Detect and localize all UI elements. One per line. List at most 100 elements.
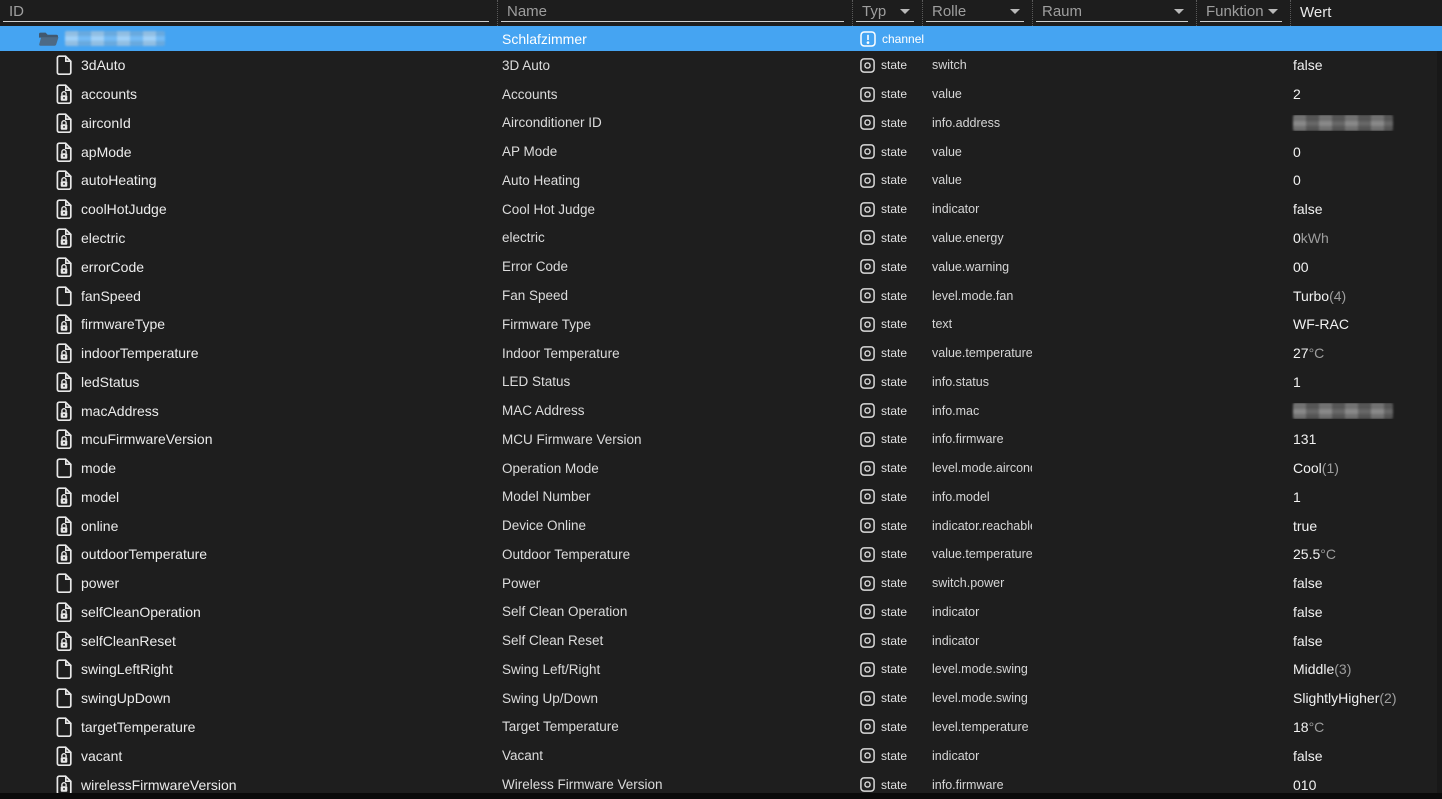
object-value[interactable]: 0 [1290, 172, 1442, 188]
table-row[interactable]: swingUpDown Swing Up/Down state level.mo… [0, 684, 1442, 713]
object-value[interactable]: true [1290, 518, 1442, 534]
document-locked-icon [56, 429, 72, 450]
object-type: state [881, 777, 908, 792]
table-row[interactable]: targetTemperature Target Temperature sta… [0, 713, 1442, 742]
document-locked-icon [55, 544, 73, 565]
object-name: Vacant [502, 748, 544, 764]
table-row[interactable]: airconId Airconditioner ID state info.ad… [0, 109, 1442, 138]
table-row[interactable]: selfCleanOperation Self Clean Operation … [0, 598, 1442, 627]
object-value[interactable] [1290, 402, 1442, 419]
object-value[interactable]: 1 [1290, 374, 1442, 390]
table-row[interactable]: ledStatus LED Status state info.status 1 [0, 367, 1442, 396]
object-value[interactable]: false [1290, 633, 1442, 649]
channel-type-label: channel [882, 31, 925, 46]
chevron-down-icon[interactable] [1174, 9, 1184, 14]
object-value[interactable]: 0 [1290, 144, 1442, 160]
object-value[interactable] [1290, 114, 1442, 131]
object-role: level.mode.swing [932, 691, 1028, 706]
object-name: Indoor Temperature [502, 345, 620, 361]
object-value[interactable]: 1 [1290, 489, 1442, 505]
table-row[interactable]: mode Operation Mode state level.mode.air… [0, 454, 1442, 483]
table-row[interactable]: power Power state switch.power false [0, 569, 1442, 598]
table-row[interactable]: indoorTemperature Indoor Temperature sta… [0, 339, 1442, 368]
redacted-value [1293, 114, 1393, 131]
table-row[interactable]: outdoorTemperature Outdoor Temperature s… [0, 540, 1442, 569]
object-value[interactable]: 2 [1290, 86, 1442, 102]
table-row[interactable]: errorCode Error Code state value.warning… [0, 252, 1442, 281]
column-header-raum[interactable]: Raum [1032, 0, 1196, 26]
object-value[interactable]: WF-RAC [1290, 316, 1442, 332]
chevron-down-icon[interactable] [1010, 9, 1020, 14]
object-value[interactable]: SlightlyHigher (2) [1290, 690, 1442, 706]
object-role: value.warning [932, 259, 1010, 274]
object-value[interactable]: false [1290, 57, 1442, 73]
object-role: indicator [932, 202, 980, 217]
object-value[interactable]: false [1290, 604, 1442, 620]
object-value[interactable]: Middle (3) [1290, 661, 1442, 677]
object-id: wirelessFirmwareVersion [81, 776, 237, 793]
object-value[interactable]: false [1290, 201, 1442, 217]
object-id: fanSpeed [81, 287, 141, 304]
document-locked-icon [55, 228, 73, 248]
object-id: coolHotJudge [81, 201, 167, 218]
object-value[interactable]: Turbo (4) [1290, 288, 1442, 304]
document-locked-icon [56, 257, 72, 277]
object-name: Device Online [502, 518, 587, 534]
document-icon [56, 55, 72, 76]
column-header-id[interactable]: ID [0, 0, 497, 26]
state-icon [860, 144, 875, 160]
table-row[interactable]: macAddress MAC Address state info.mac [0, 396, 1442, 425]
object-value[interactable]: 131 [1290, 431, 1442, 447]
table-row[interactable]: accounts Accounts state value 2 [0, 80, 1442, 109]
chevron-down-icon[interactable] [900, 9, 910, 14]
object-value[interactable]: 010 [1290, 777, 1442, 793]
object-value[interactable]: false [1290, 748, 1442, 764]
table-row[interactable]: coolHotJudge Cool Hot Judge state indica… [0, 195, 1442, 224]
table-row[interactable]: electric electric state value.energy 0 k… [0, 224, 1442, 253]
table-row[interactable]: vacant Vacant state indicator false [0, 741, 1442, 770]
object-value[interactable]: false [1290, 575, 1442, 591]
table-row[interactable]: online Device Online state indicator.rea… [0, 511, 1442, 540]
table-row[interactable]: selfCleanReset Self Clean Reset state in… [0, 626, 1442, 655]
table-row[interactable]: 3dAuto 3D Auto state switch false [0, 51, 1442, 80]
object-name: Wireless Firmware Version [502, 777, 663, 793]
object-name: Cool Hot Judge [502, 201, 596, 217]
object-id: airconId [81, 114, 131, 131]
state-icon [860, 431, 875, 447]
table-row[interactable]: firmwareType Firmware Type state text WF… [0, 310, 1442, 339]
object-value[interactable]: 18 °C [1290, 719, 1442, 735]
chevron-down-icon[interactable] [1268, 9, 1278, 14]
column-header-typ[interactable]: Typ [852, 0, 922, 26]
column-header-funktion[interactable]: Funktion [1196, 0, 1290, 26]
document-locked-icon [56, 487, 72, 507]
column-header-name[interactable]: Name [497, 0, 852, 26]
object-value[interactable]: 00 [1290, 259, 1442, 275]
object-name: Model Number [502, 489, 591, 505]
document-locked-icon [55, 142, 73, 162]
scrollbar-track[interactable] [1437, 51, 1442, 793]
table-row[interactable]: autoHeating Auto Heating state value 0 [0, 166, 1442, 195]
selected-channel-row[interactable]: Schlafzimmer channel [0, 26, 1442, 51]
document-locked-icon [56, 400, 72, 421]
object-value[interactable]: 0 kWh [1290, 230, 1442, 246]
object-type: state [881, 288, 908, 303]
document-locked-icon [56, 199, 72, 220]
object-value[interactable]: Cool (1) [1290, 460, 1442, 476]
object-id: macAddress [81, 402, 159, 419]
object-value[interactable]: 27 °C [1290, 345, 1442, 361]
object-id: swingUpDown [81, 690, 171, 707]
object-name: Self Clean Reset [502, 633, 604, 649]
object-value[interactable]: 25.5 °C [1290, 546, 1442, 562]
object-type: state [881, 604, 908, 619]
table-row[interactable]: swingLeftRight Swing Left/Right state le… [0, 655, 1442, 684]
table-row[interactable]: model Model Number state info.model 1 [0, 482, 1442, 511]
object-id: apMode [81, 143, 132, 160]
table-row[interactable]: mcuFirmwareVersion MCU Firmware Version … [0, 425, 1442, 454]
table-row[interactable]: apMode AP Mode state value 0 [0, 137, 1442, 166]
column-header-rolle[interactable]: Rolle [922, 0, 1032, 26]
document-locked-icon [55, 602, 73, 622]
object-id: power [81, 575, 120, 592]
table-body: 3dAuto 3D Auto state switch false accoun… [0, 51, 1442, 799]
object-name: Swing Left/Right [502, 661, 601, 677]
table-row[interactable]: fanSpeed Fan Speed state level.mode.fan … [0, 281, 1442, 310]
